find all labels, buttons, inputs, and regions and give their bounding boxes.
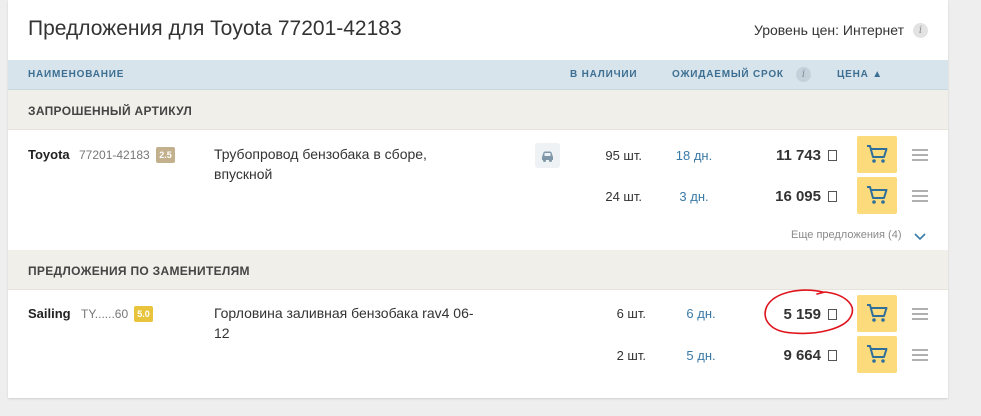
rating-badge: 2.5 — [156, 147, 175, 163]
item-article: TY......60 — [81, 307, 129, 321]
offer-term[interactable]: 6 дн. — [671, 306, 731, 321]
add-to-cart-button[interactable] — [857, 336, 897, 373]
menu-icon[interactable] — [912, 308, 928, 320]
column-term[interactable]: Ожидаемый срок — [672, 69, 784, 80]
chevron-down-icon[interactable] — [914, 228, 926, 246]
section-substitutes: ПРЕДЛОЖЕНИЯ ПО ЗАМЕНИТЕЛЯМ — [8, 250, 948, 290]
cart-icon — [867, 145, 888, 163]
more-offers-link[interactable]: Еще предложения (4) — [791, 229, 902, 241]
annotation-circle — [764, 289, 854, 335]
menu-icon[interactable] — [912, 149, 928, 161]
item-brand: Sailing — [28, 306, 71, 321]
offer-term[interactable]: 5 дн. — [671, 348, 731, 363]
rating-badge: 5.0 — [134, 306, 153, 322]
info-icon[interactable]: i — [796, 67, 811, 82]
cart-icon — [867, 186, 888, 204]
currency-icon — [828, 350, 837, 361]
item-description[interactable]: Трубопровод бензобака в сборе, впускной — [214, 144, 489, 184]
item-brand: Toyota — [28, 147, 70, 162]
offer-term[interactable]: 3 дн. — [664, 189, 724, 204]
cart-icon — [867, 304, 888, 322]
add-to-cart-button[interactable] — [857, 295, 897, 332]
offer-price: 9 664 — [783, 347, 821, 364]
section-requested: ЗАПРОШЕННЫЙ АРТИКУЛ — [8, 90, 948, 130]
offer-stock: 2 шт. — [616, 348, 646, 363]
offer-stock: 24 шт. — [605, 189, 642, 204]
column-name: Наименование — [28, 69, 125, 80]
add-to-cart-button[interactable] — [857, 136, 897, 173]
currency-icon — [828, 150, 837, 161]
offer-price: 11 743 — [775, 147, 821, 164]
menu-icon[interactable] — [912, 349, 928, 361]
offer-stock: 6 шт. — [616, 306, 646, 321]
price-level-label[interactable]: Уровень цен: Интернет — [754, 22, 904, 38]
offer-price: 16 095 — [775, 188, 821, 205]
page-title: Предложения для Toyota 77201-42183 — [28, 17, 402, 40]
section-label: ПРЕДЛОЖЕНИЯ ПО ЗАМЕНИТЕЛЯМ — [28, 264, 250, 278]
menu-icon[interactable] — [912, 190, 928, 202]
offer-stock: 95 шт. — [605, 148, 642, 163]
item-article: 77201-42183 — [79, 148, 150, 162]
column-price-sort[interactable]: Цена ▲ — [837, 69, 883, 80]
section-label: ЗАПРОШЕННЫЙ АРТИКУЛ — [28, 104, 193, 118]
cart-icon — [867, 345, 888, 363]
offer-term[interactable]: 18 дн. — [664, 148, 724, 163]
table-header: Наименование В наличии Ожидаемый срок i … — [8, 60, 948, 90]
currency-icon — [828, 191, 837, 202]
item-description[interactable]: Горловина заливная бензобака rav4 06-12 — [214, 303, 489, 343]
offers-panel: Предложения для Toyota 77201-42183 Урове… — [8, 0, 948, 398]
column-stock[interactable]: В наличии — [570, 69, 637, 80]
car-icon[interactable] — [535, 143, 560, 168]
info-icon[interactable]: i — [913, 23, 928, 38]
add-to-cart-button[interactable] — [857, 177, 897, 214]
